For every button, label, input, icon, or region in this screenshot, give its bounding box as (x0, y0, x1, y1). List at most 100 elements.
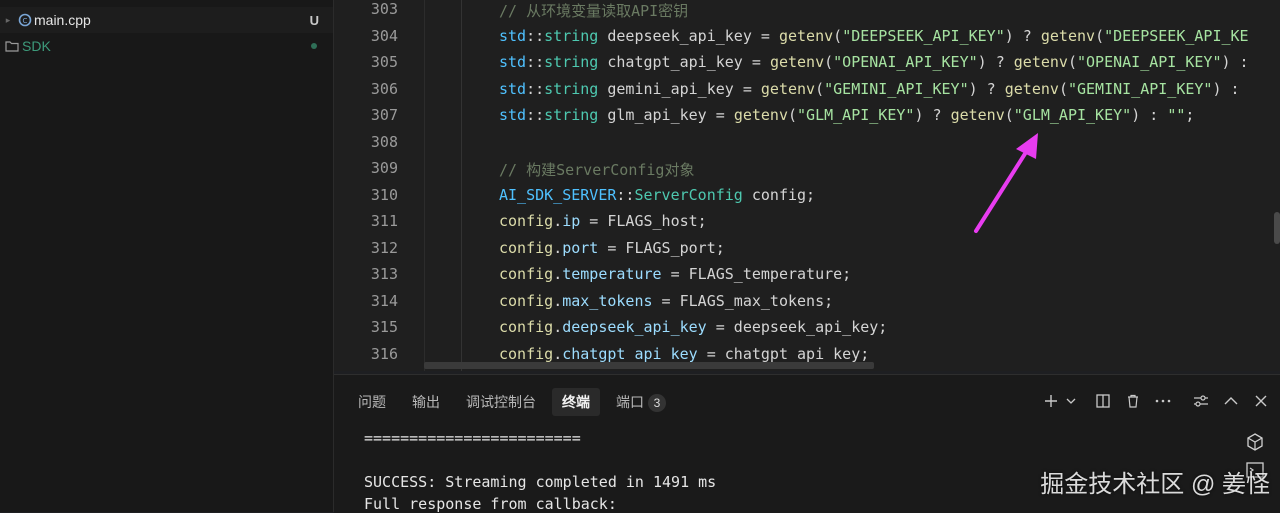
chevron-up-icon[interactable] (1218, 389, 1244, 413)
file-name: main.cpp (34, 12, 91, 28)
line-number: 308 (370, 132, 398, 151)
code-token: = chatgpt_api_key; (697, 344, 870, 363)
code-token: glm_api_key = (598, 106, 734, 124)
more-icon[interactable] (1150, 389, 1176, 413)
chevron-down-icon[interactable] (1064, 389, 1078, 413)
code-token: ServerConfig (634, 185, 743, 204)
code-line: // 从环境变量读取API密钥 (499, 0, 688, 21)
terminal-line: Full response from callback: (364, 495, 617, 513)
code-token: string (544, 53, 599, 71)
code-line: config.chatgpt_api_key = chatgpt_api_key… (499, 345, 869, 363)
code-token: ( (815, 79, 825, 98)
code-token: ( (833, 26, 843, 45)
code-token: ip (562, 212, 581, 230)
code-token: ) ? (968, 79, 1005, 98)
chevron-icon: ▸ (5, 14, 11, 25)
tab-problems[interactable]: 问题 (348, 388, 396, 416)
code-line: config.port = FLAGS_port; (499, 239, 725, 257)
code-token: getenv (778, 26, 834, 45)
code-token: config (499, 238, 554, 257)
trash-icon[interactable] (1120, 389, 1146, 413)
code-token: ( (1067, 53, 1077, 71)
code-line: config.deepseek_api_key = deepseek_api_k… (499, 318, 887, 336)
code-line: config.temperature = FLAGS_temperature; (499, 265, 851, 283)
code-line: config.ip = FLAGS_host; (499, 212, 707, 230)
code-token: std (499, 26, 527, 45)
code-token: chatgpt_api_key (562, 344, 698, 363)
code-token: string (544, 106, 599, 124)
code-token: "DEEPSEEK_API_KEY" (842, 26, 1005, 45)
file-item-main-cpp[interactable]: ▸ C main.cpp U (0, 7, 333, 33)
code-token: config (499, 265, 554, 283)
terminal-line: ======================== (364, 429, 581, 447)
folder-item-sdk[interactable]: SDK (0, 33, 333, 59)
code-token: . (553, 238, 563, 257)
code-token: "GEMINI_API_KEY" (1067, 79, 1213, 98)
code-token: chatgpt_api_key = (598, 53, 770, 71)
ports-count-badge: 3 (648, 394, 666, 412)
code-token: = FLAGS_host; (580, 212, 707, 230)
code-token: ) ? (1004, 26, 1041, 45)
code-token: string (544, 79, 599, 98)
code-token: . (553, 318, 563, 336)
code-token: config (499, 318, 554, 336)
code-token: "GLM_API_KEY" (1013, 106, 1132, 124)
line-number: 314 (370, 291, 398, 310)
code-token: ( (824, 53, 834, 71)
code-token: "" (1167, 106, 1186, 124)
code-token: // 从环境变量读取API密钥 (499, 2, 689, 20)
close-icon[interactable] (1248, 389, 1274, 413)
line-number: 309 (370, 159, 398, 177)
code-token: "DEEPSEEK_API_KE (1104, 26, 1249, 45)
code-token: getenv (733, 106, 788, 124)
line-number: 316 (370, 344, 398, 363)
settings-sliders-icon[interactable] (1188, 389, 1214, 413)
code-token: :: (526, 79, 545, 98)
code-token: config (499, 212, 554, 230)
code-token: config (499, 344, 554, 363)
code-token: deepseek_api_key (562, 318, 707, 336)
code-token: ( (1004, 106, 1014, 124)
cube-icon[interactable] (1246, 433, 1264, 451)
code-token: port (562, 238, 599, 257)
line-number: 306 (370, 79, 398, 98)
code-token: max_tokens (562, 291, 653, 310)
tab-output[interactable]: 输出 (402, 388, 450, 416)
code-line: config.max_tokens = FLAGS_max_tokens; (499, 292, 833, 310)
code-line: std::string deepseek_api_key = getenv("D… (499, 27, 1249, 45)
code-token: . (553, 265, 563, 283)
code-token: "OPENAI_API_KEY" (1077, 53, 1222, 71)
code-token: std (499, 79, 527, 98)
code-token: . (553, 212, 563, 230)
horizontal-scrollbar[interactable] (424, 362, 874, 369)
plus-icon[interactable] (1038, 389, 1064, 413)
line-number: 311 (370, 212, 398, 230)
code-token: = FLAGS_temperature; (661, 265, 852, 283)
line-number: 305 (370, 53, 398, 71)
line-number: 303 (370, 0, 398, 18)
folder-name: SDK (22, 38, 51, 54)
code-token: ; (1185, 106, 1195, 124)
code-token: gemini_api_key = (598, 79, 761, 98)
cpp-file-icon: C (16, 13, 34, 27)
code-token: AI_SDK_SERVER (499, 185, 617, 204)
vertical-scrollbar[interactable] (1274, 212, 1280, 244)
annotation-arrow (974, 133, 1038, 233)
code-token: ) : (1212, 79, 1240, 98)
line-number: 313 (370, 265, 398, 283)
code-token: string (544, 26, 599, 45)
tab-ports[interactable]: 端口 3 (606, 388, 676, 416)
code-token: getenv (769, 53, 825, 71)
code-editor[interactable]: 303 304 305 306 307 308 309 310 311 312 313 314 315 3… (334, 0, 1280, 371)
tab-terminal[interactable]: 终端 (552, 388, 600, 416)
code-token: getenv (950, 106, 1005, 124)
split-icon[interactable] (1090, 389, 1116, 413)
code-token: getenv (760, 79, 816, 98)
svg-text:C: C (23, 17, 28, 25)
code-token: ) ? (977, 53, 1014, 71)
tab-ports-label: 端口 (616, 394, 644, 410)
panel-actions (1034, 389, 1274, 413)
line-number: 304 (370, 26, 398, 45)
code-line: std::string glm_api_key = getenv("GLM_AP… (499, 106, 1194, 124)
tab-debug-console[interactable]: 调试控制台 (456, 388, 546, 416)
